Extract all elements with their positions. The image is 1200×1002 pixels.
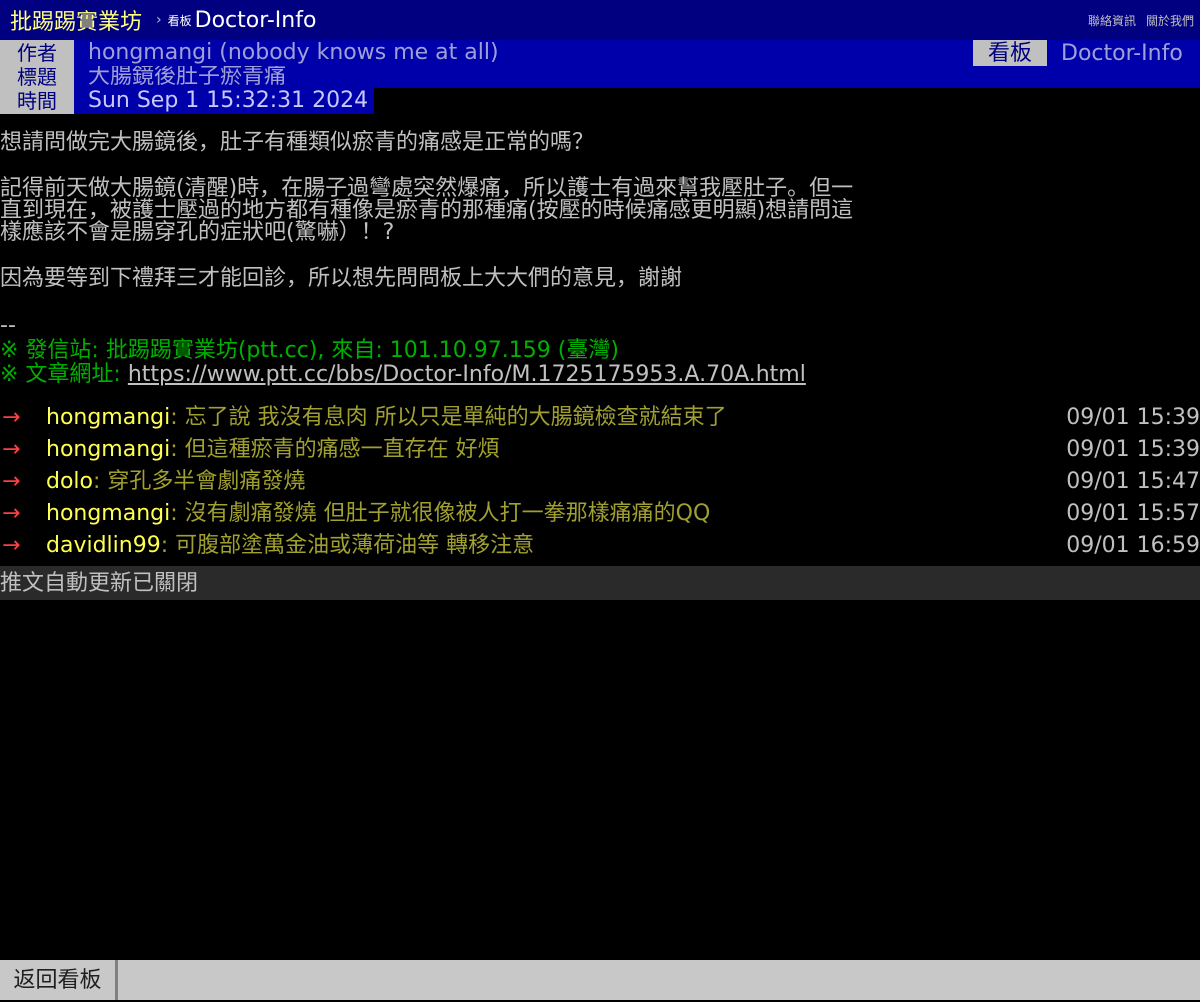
back-to-board-button[interactable]: 返回看板 <box>0 960 118 1000</box>
body-line: 記得前天做大腸鏡(清醒)時，在腸子過彎處突然爆痛，所以護士有過來幫我壓肚子。但一 <box>0 176 854 201</box>
top-links: 聯絡資訊 關於我們 <box>1088 12 1194 29</box>
push-arrow-icon: → <box>2 405 21 430</box>
push-content: : 可腹部塗萬金油或薄荷油等 轉移注意 <box>160 533 535 558</box>
url-prefix: ※ 文章網址: <box>0 362 128 387</box>
push-time: 09/01 15:47 <box>1066 469 1200 494</box>
push-username[interactable]: davidlin99 <box>46 533 161 558</box>
body-line: 直到現在，被護士壓過的地方都有種像是瘀青的那種痛(按壓的時候痛感更明顯)想請問這 <box>0 198 854 223</box>
push-username[interactable]: dolo <box>46 469 93 494</box>
push-content: : 但這種瘀青的痛感一直存在 好煩 <box>170 437 500 462</box>
push-arrow-icon: → <box>2 437 21 462</box>
signature-separator: -- <box>0 313 16 338</box>
article-time-row: 時間 Sun Sep 1 15:32:31 2024 <box>0 88 374 114</box>
source-info: ※ 發信站: 批踢踢實業坊(ptt.cc), 來自: 101.10.97.159… <box>0 338 619 363</box>
time-value: Sun Sep 1 15:32:31 2024 <box>88 88 369 113</box>
push-item: → davidlin99: 可腹部塗萬金油或薄荷油等 轉移注意 09/01 16… <box>0 530 1200 562</box>
push-item: → hongmangi: 沒有劇痛發燒 但肚子就很像被人打一拳那樣痛痛的QQ 0… <box>0 498 1200 530</box>
push-user: dolo: 穿孔多半會劇痛發燒 <box>46 466 305 498</box>
author-value: hongmangi (nobody knows me at all) <box>88 40 499 65</box>
push-time: 09/01 15:39 <box>1066 437 1200 462</box>
contact-link[interactable]: 聯絡資訊 <box>1088 12 1136 29</box>
auto-refresh-status[interactable]: 推文自動更新已關閉 <box>0 566 1200 600</box>
time-label: 時間 <box>0 88 74 114</box>
push-username[interactable]: hongmangi <box>46 405 170 430</box>
board-value: Doctor-Info <box>1061 41 1183 66</box>
site-name-link[interactable]: 批踢踢實業坊 <box>10 4 142 36</box>
push-time: 09/01 15:39 <box>1066 405 1200 430</box>
push-user: hongmangi: 沒有劇痛發燒 但肚子就很像被人打一拳那樣痛痛的QQ <box>46 498 710 530</box>
title-label: 標題 <box>0 66 74 88</box>
push-arrow-icon: → <box>2 469 21 494</box>
push-time: 09/01 15:57 <box>1066 501 1200 526</box>
article-url-line: ※ 文章網址: https://www.ptt.cc/bbs/Doctor-In… <box>0 362 1200 388</box>
push-user: davidlin99: 可腹部塗萬金油或薄荷油等 轉移注意 <box>46 530 534 562</box>
article-url-link[interactable]: https://www.ptt.cc/bbs/Doctor-Info/M.172… <box>128 362 806 387</box>
about-link[interactable]: 關於我們 <box>1146 12 1194 29</box>
bottom-bar: 返回看板 <box>0 960 1200 1000</box>
top-navbar: 批踢踢實業坊 › 看板 Doctor-Info 聯絡資訊 關於我們 <box>0 0 1200 40</box>
push-user: hongmangi: 忘了說 我沒有息肉 所以只是單純的大腸鏡檢查就結束了 <box>46 402 727 434</box>
push-item: → hongmangi: 但這種瘀青的痛感一直存在 好煩 09/01 15:39 <box>0 434 1200 466</box>
breadcrumb-separator: › <box>156 12 162 28</box>
breadcrumb-board-link[interactable]: Doctor-Info <box>195 8 317 33</box>
push-content: : 忘了說 我沒有息肉 所以只是單純的大腸鏡檢查就結束了 <box>170 405 727 430</box>
push-arrow-icon: → <box>2 533 21 558</box>
push-arrow-icon: → <box>2 501 21 526</box>
breadcrumb-board-kind: 看板 <box>167 13 192 28</box>
push-item: → dolo: 穿孔多半會劇痛發燒 09/01 15:47 <box>0 466 1200 498</box>
body-line: 想請問做完大腸鏡後，肚子有種類似瘀青的痛感是正常的嗎？ <box>0 130 595 155</box>
push-list: → hongmangi: 忘了說 我沒有息肉 所以只是單純的大腸鏡檢查就結束了 … <box>0 402 1200 562</box>
push-username[interactable]: hongmangi <box>46 501 170 526</box>
board-label: 看板 <box>973 40 1047 68</box>
title-value: 大腸鏡後肚子瘀青痛 <box>88 66 287 88</box>
push-content: : 穿孔多半會劇痛發燒 <box>93 469 306 494</box>
author-label: 作者 <box>0 40 74 66</box>
body-line: 樣應該不會是腸穿孔的症狀吧(驚嚇）！? <box>0 220 395 245</box>
body-line: 因為要等到下禮拜三才能回診，所以想先問問板上大大們的意見，謝謝 <box>0 266 683 291</box>
push-content: : 沒有劇痛發燒 但肚子就很像被人打一拳那樣痛痛的QQ <box>170 501 711 526</box>
push-user: hongmangi: 但這種瘀青的痛感一直存在 好煩 <box>46 434 500 466</box>
article-body: 想請問做完大腸鏡後，肚子有種類似瘀青的痛感是正常的嗎？ 記得前天做大腸鏡(清醒)… <box>0 132 1200 388</box>
push-item: → hongmangi: 忘了說 我沒有息肉 所以只是單純的大腸鏡檢查就結束了 … <box>0 402 1200 434</box>
article-title-row: 標題 大腸鏡後肚子瘀青痛 <box>0 66 1200 88</box>
push-time: 09/01 16:59 <box>1066 533 1200 558</box>
push-username[interactable]: hongmangi <box>46 437 170 462</box>
